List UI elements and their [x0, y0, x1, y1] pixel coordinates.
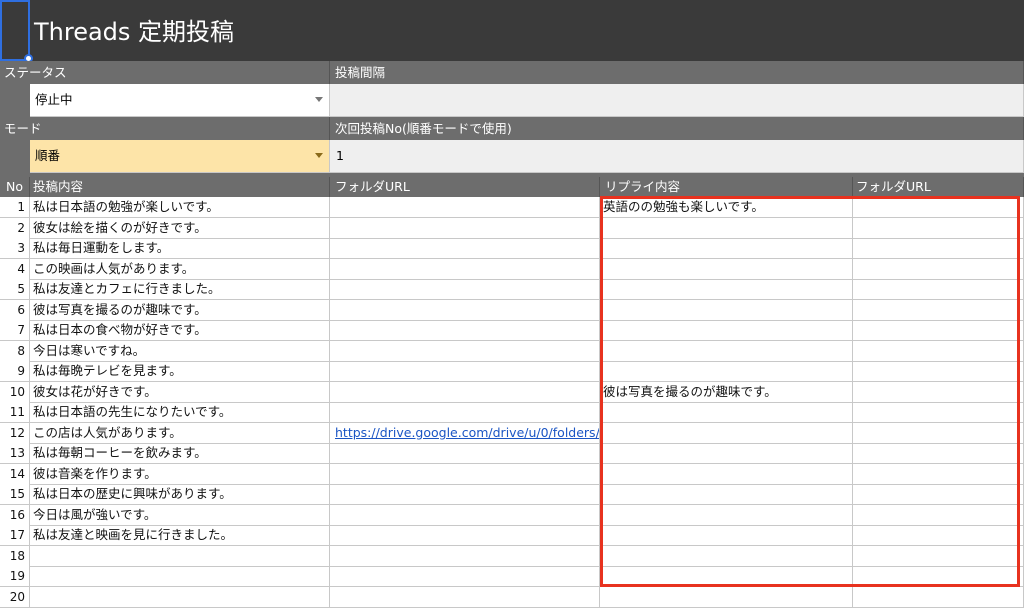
post-content-cell[interactable]: 私は毎晩テレビを見ます。: [30, 361, 330, 382]
row-number[interactable]: 11: [0, 402, 30, 423]
post-content-cell[interactable]: 私は毎日運動をします。: [30, 238, 330, 259]
row-number[interactable]: 9: [0, 361, 30, 382]
folder-url-cell[interactable]: [330, 238, 600, 259]
row-number[interactable]: 17: [0, 525, 30, 546]
post-content-cell[interactable]: [30, 546, 330, 567]
folder-url-cell[interactable]: https://drive.google.com/drive/u/0/folde…: [330, 423, 600, 444]
next-post-input[interactable]: 1: [330, 140, 1024, 173]
post-content-cell[interactable]: 私は日本語の勉強が楽しいです。: [30, 197, 330, 218]
folder-url-cell[interactable]: [330, 566, 600, 587]
status-dropdown[interactable]: 停止中: [30, 84, 330, 117]
status-value: 停止中: [35, 92, 73, 107]
row-number[interactable]: 20: [0, 587, 30, 608]
col-header-reply: リプライ内容: [600, 177, 853, 197]
post-content-cell[interactable]: [30, 587, 330, 608]
post-content-cell[interactable]: 彼は写真を撮るのが趣味です。: [30, 300, 330, 321]
post-content-cell[interactable]: 私は友達と映画を見に行きました。: [30, 525, 330, 546]
folder-url-cell[interactable]: [330, 484, 600, 505]
folder-url-cell[interactable]: [330, 546, 600, 567]
post-content-cell[interactable]: この映画は人気があります。: [30, 259, 330, 280]
folder-url-cell[interactable]: [330, 300, 600, 321]
post-content-cell[interactable]: 私は毎朝コーヒーを飲みます。: [30, 443, 330, 464]
row-number[interactable]: 18: [0, 546, 30, 567]
folder-url-cell[interactable]: [330, 279, 600, 300]
post-content-cell[interactable]: 彼は音楽を作ります。: [30, 464, 330, 485]
folder-url-cell[interactable]: [330, 382, 600, 403]
folder-url-cell[interactable]: [330, 197, 600, 218]
cell-selection-outline: [0, 0, 30, 61]
row-number[interactable]: 6: [0, 300, 30, 321]
folder-url-cell[interactable]: [330, 464, 600, 485]
folder-url-cell[interactable]: [330, 443, 600, 464]
sheet-title: Threads 定期投稿: [34, 18, 235, 46]
post-content-cell[interactable]: 私は日本の食べ物が好きです。: [30, 320, 330, 341]
post-content-cell[interactable]: [30, 566, 330, 587]
post-content-cell[interactable]: 彼女は絵を描くのが好きです。: [30, 218, 330, 239]
post-content-cell[interactable]: 今日は寒いですね。: [30, 341, 330, 362]
post-content-cell[interactable]: この店は人気があります。: [30, 423, 330, 444]
mode-dropdown[interactable]: 順番: [30, 140, 330, 173]
col-header-content: 投稿内容: [30, 177, 330, 197]
mode-label: モード: [0, 117, 330, 140]
sheet-title-bar: Threads 定期投稿: [0, 0, 1024, 63]
folder-url-cell[interactable]: [330, 361, 600, 382]
status-gutter: [0, 84, 30, 117]
row-number[interactable]: 7: [0, 320, 30, 341]
row-number[interactable]: 4: [0, 259, 30, 280]
post-content-cell[interactable]: 私は友達とカフェに行きました。: [30, 279, 330, 300]
row-number[interactable]: 12: [0, 423, 30, 444]
folder-url-cell[interactable]: [330, 259, 600, 280]
row-number[interactable]: 15: [0, 484, 30, 505]
row-number[interactable]: 8: [0, 341, 30, 362]
row-number[interactable]: 19: [0, 566, 30, 587]
row-number[interactable]: 14: [0, 464, 30, 485]
folder-url-cell[interactable]: [330, 525, 600, 546]
chevron-down-icon[interactable]: [315, 153, 323, 158]
folder-url-cell[interactable]: [330, 320, 600, 341]
row-number[interactable]: 5: [0, 279, 30, 300]
row-number[interactable]: 1: [0, 197, 30, 218]
mode-value: 順番: [35, 148, 61, 163]
folder-url-cell[interactable]: [330, 218, 600, 239]
folder-url-cell[interactable]: [330, 505, 600, 526]
row-number[interactable]: 10: [0, 382, 30, 403]
row-number[interactable]: 2: [0, 218, 30, 239]
col-header-reply-folder-url: フォルダURL: [853, 177, 1024, 197]
reply-folder-url-cell[interactable]: [853, 587, 1024, 608]
col-header-folder-url: フォルダURL: [330, 177, 600, 197]
folder-url-cell[interactable]: [330, 587, 600, 608]
mode-gutter: [0, 140, 30, 173]
post-content-cell[interactable]: 私は日本語の先生になりたいです。: [30, 402, 330, 423]
post-content-cell[interactable]: 私は日本の歴史に興味があります。: [30, 484, 330, 505]
post-content-cell[interactable]: 今日は風が強いです。: [30, 505, 330, 526]
post-content-cell[interactable]: 彼女は花が好きです。: [30, 382, 330, 403]
header-spacer: [0, 173, 1024, 177]
folder-url-cell[interactable]: [330, 341, 600, 362]
col-header-no: No: [0, 177, 30, 197]
interval-input[interactable]: [330, 84, 1024, 117]
highlight-box: [600, 196, 1020, 587]
reply-content-cell[interactable]: [600, 587, 853, 608]
row-number[interactable]: 16: [0, 505, 30, 526]
interval-label: 投稿間隔: [330, 61, 1024, 84]
chevron-down-icon[interactable]: [315, 97, 323, 102]
row-number[interactable]: 13: [0, 443, 30, 464]
status-label: ステータス: [0, 61, 330, 84]
folder-url-cell[interactable]: [330, 402, 600, 423]
row-number[interactable]: 3: [0, 238, 30, 259]
next-post-label: 次回投稿No(順番モードで使用): [330, 117, 1024, 140]
